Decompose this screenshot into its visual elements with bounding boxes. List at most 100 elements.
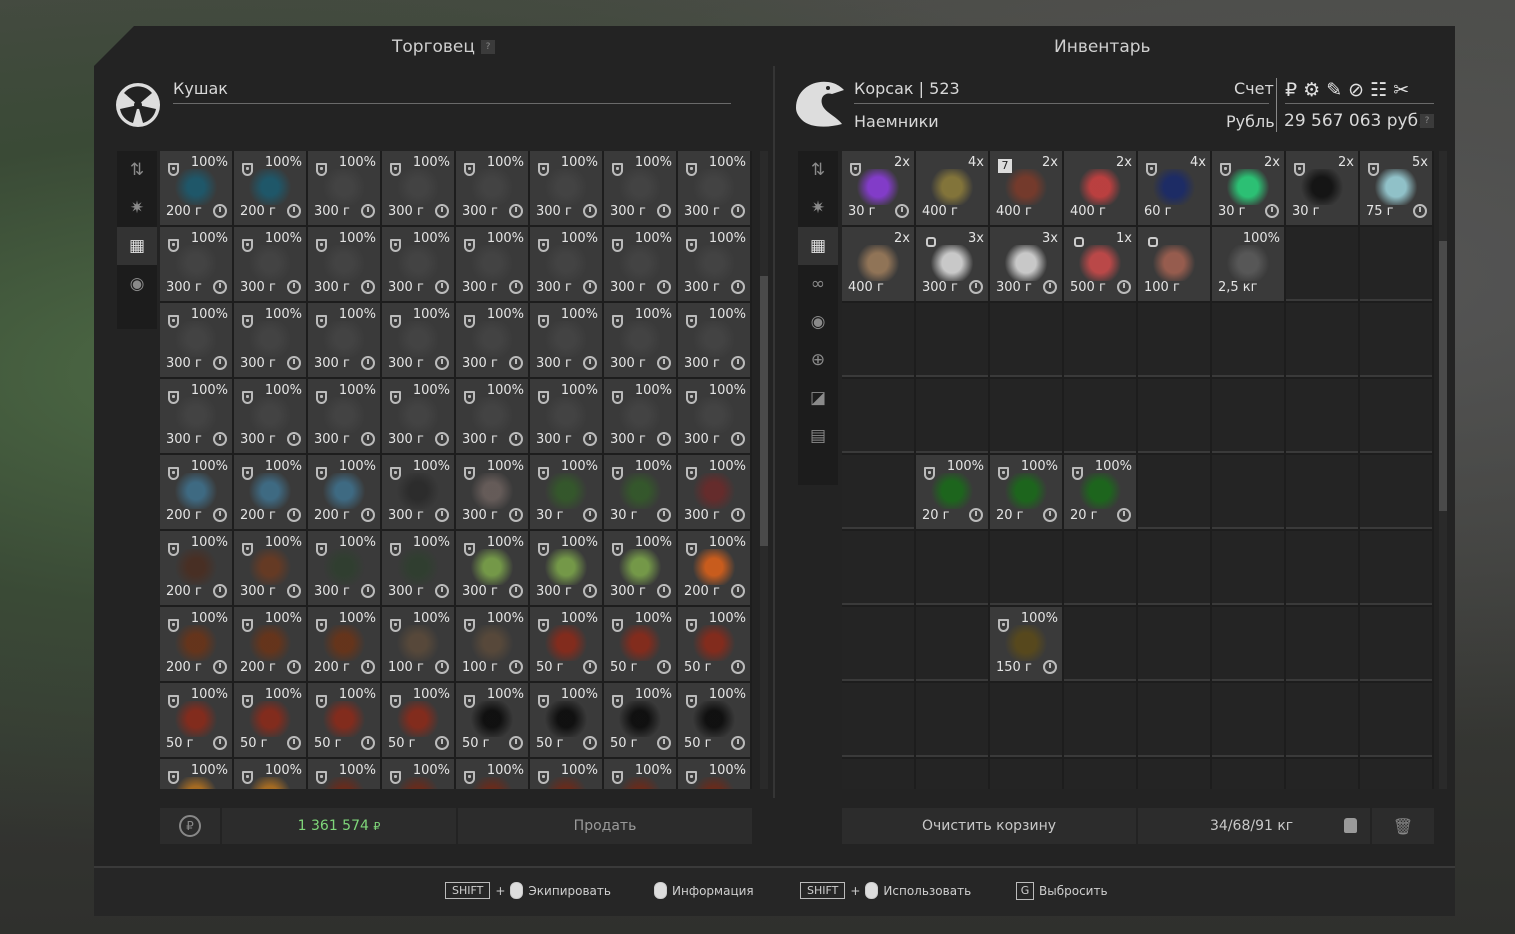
trader-item-slot[interactable]: 100% 300 г — [456, 303, 528, 377]
inventory-empty-slot[interactable] — [1138, 303, 1210, 377]
trader-item-slot[interactable]: 100% 300 г — [604, 303, 676, 377]
trader-item-slot[interactable]: 100% 300 г — [234, 227, 306, 301]
inventory-empty-slot[interactable] — [842, 303, 914, 377]
inventory-empty-slot[interactable] — [842, 455, 914, 529]
trader-item-slot[interactable]: 100% — [456, 759, 528, 789]
balance-help-button[interactable]: ? — [1420, 114, 1434, 128]
inventory-empty-slot[interactable] — [1286, 303, 1358, 377]
inventory-item-slot[interactable]: 2x 400 г — [842, 227, 914, 301]
trader-item-slot[interactable]: 100% 300 г — [530, 379, 602, 453]
trader-item-slot[interactable]: 100% 200 г — [308, 455, 380, 529]
currency-swap-button[interactable]: ₽ — [160, 808, 220, 844]
trader-item-slot[interactable]: 100% 300 г — [456, 151, 528, 225]
inventory-empty-slot[interactable] — [1064, 379, 1136, 453]
trader-item-slot[interactable]: 100% 50 г — [530, 683, 602, 757]
inventory-scroll-thumb[interactable] — [1439, 241, 1447, 511]
inventory-item-slot[interactable]: 2x 30 г — [1212, 151, 1284, 225]
inventory-item-slot[interactable]: 1x 500 г — [1064, 227, 1136, 301]
inventory-item-slot[interactable]: 3x 300 г — [990, 227, 1062, 301]
inventory-item-slot[interactable]: 100% 20 г — [916, 455, 988, 529]
trader-item-slot[interactable]: 100% 300 г — [234, 303, 306, 377]
inventory-empty-slot[interactable] — [1212, 683, 1284, 757]
trader-item-slot[interactable]: 100% 300 г — [308, 379, 380, 453]
inventory-item-slot[interactable]: 2x 400 г — [1064, 151, 1136, 225]
inventory-empty-slot[interactable] — [842, 759, 914, 789]
inventory-empty-slot[interactable] — [990, 379, 1062, 453]
medkit-icon[interactable]: ⊕ — [798, 341, 838, 379]
trader-item-slot[interactable]: 100% 300 г — [308, 227, 380, 301]
trader-item-slot[interactable]: 100% 200 г — [234, 607, 306, 681]
inventory-empty-slot[interactable] — [990, 531, 1062, 605]
grid-icon[interactable]: ▦ — [798, 227, 838, 265]
inventory-empty-slot[interactable] — [916, 607, 988, 681]
inventory-empty-slot[interactable] — [1286, 455, 1358, 529]
trader-item-slot[interactable]: 100% 300 г — [382, 151, 454, 225]
trader-item-slot[interactable]: 100% 300 г — [530, 303, 602, 377]
ammo-icon[interactable]: ◪ — [798, 379, 838, 417]
box-icon[interactable]: ▤ — [798, 417, 838, 455]
inventory-item-slot[interactable]: 2x 30 г — [842, 151, 914, 225]
inventory-item-slot[interactable]: 4x 60 г — [1138, 151, 1210, 225]
inventory-scrollbar[interactable] — [1439, 151, 1447, 789]
trader-item-slot[interactable]: 100% 300 г — [382, 379, 454, 453]
trader-item-slot[interactable]: 100% — [308, 759, 380, 789]
trader-item-slot[interactable]: 100% 200 г — [234, 151, 306, 225]
trader-item-slot[interactable]: 100% 300 г — [678, 227, 750, 301]
trader-item-slot[interactable]: 100% — [678, 759, 750, 789]
inventory-empty-slot[interactable] — [842, 531, 914, 605]
trader-item-slot[interactable]: 100% 50 г — [530, 607, 602, 681]
inventory-empty-slot[interactable] — [1360, 303, 1432, 377]
trader-item-slot[interactable]: 100% 300 г — [678, 455, 750, 529]
inventory-empty-slot[interactable] — [1212, 455, 1284, 529]
trader-item-slot[interactable]: 100% 300 г — [382, 531, 454, 605]
trader-item-slot[interactable]: 100% 50 г — [604, 607, 676, 681]
trader-item-slot[interactable]: 100% 300 г — [382, 227, 454, 301]
trader-item-slot[interactable]: 100% 50 г — [604, 683, 676, 757]
trader-item-slot[interactable]: 100% 300 г — [160, 303, 232, 377]
trader-item-slot[interactable]: 100% 50 г — [234, 683, 306, 757]
trader-item-slot[interactable]: 100% 300 г — [308, 303, 380, 377]
inventory-empty-slot[interactable] — [1138, 607, 1210, 681]
inventory-empty-slot[interactable] — [916, 379, 988, 453]
inventory-empty-slot[interactable] — [842, 379, 914, 453]
inventory-empty-slot[interactable] — [1138, 455, 1210, 529]
trader-item-slot[interactable]: 100% 50 г — [456, 683, 528, 757]
trader-item-slot[interactable]: 100% 300 г — [678, 151, 750, 225]
inventory-empty-slot[interactable] — [1064, 531, 1136, 605]
star-icon[interactable]: ✷ — [798, 189, 838, 227]
trader-item-slot[interactable]: 100% 100 г — [456, 607, 528, 681]
inventory-empty-slot[interactable] — [990, 759, 1062, 789]
trader-item-slot[interactable]: 100% 300 г — [604, 151, 676, 225]
inventory-empty-slot[interactable] — [1212, 379, 1284, 453]
trader-item-slot[interactable]: 100% 200 г — [160, 151, 232, 225]
inventory-empty-slot[interactable] — [916, 531, 988, 605]
trader-item-slot[interactable]: 100% 300 г — [530, 151, 602, 225]
trader-item-slot[interactable]: 100% 300 г — [234, 379, 306, 453]
inventory-empty-slot[interactable] — [1360, 455, 1432, 529]
trader-item-slot[interactable]: 100% 300 г — [160, 227, 232, 301]
trader-item-slot[interactable]: 100% 200 г — [160, 607, 232, 681]
inventory-empty-slot[interactable] — [1360, 227, 1432, 301]
trader-item-slot[interactable]: 100% 300 г — [382, 455, 454, 529]
inventory-empty-slot[interactable] — [1286, 607, 1358, 681]
trader-item-slot[interactable]: 100% 30 г — [604, 455, 676, 529]
inventory-empty-slot[interactable] — [1286, 379, 1358, 453]
trader-item-slot[interactable]: 100% — [530, 759, 602, 789]
inventory-empty-slot[interactable] — [1138, 683, 1210, 757]
trader-item-slot[interactable]: 100% 50 г — [678, 683, 750, 757]
inventory-empty-slot[interactable] — [1360, 759, 1432, 789]
trader-item-slot[interactable]: 100% 200 г — [678, 531, 750, 605]
trader-item-slot[interactable]: 100% 300 г — [678, 379, 750, 453]
trader-item-slot[interactable]: 100% 50 г — [382, 683, 454, 757]
trader-item-slot[interactable]: 100% 300 г — [308, 531, 380, 605]
trader-item-slot[interactable]: 100% 300 г — [604, 227, 676, 301]
link-icon[interactable]: ∞ — [798, 265, 838, 303]
trader-item-slot[interactable]: 100% — [160, 759, 232, 789]
inventory-empty-slot[interactable] — [1064, 683, 1136, 757]
artifact-icon[interactable]: ◉ — [798, 303, 838, 341]
inventory-item-slot[interactable]: 2x 30 г — [1286, 151, 1358, 225]
inventory-empty-slot[interactable] — [1360, 379, 1432, 453]
inventory-empty-slot[interactable] — [842, 607, 914, 681]
inventory-empty-slot[interactable] — [916, 683, 988, 757]
trader-item-slot[interactable]: 100% 300 г — [382, 303, 454, 377]
